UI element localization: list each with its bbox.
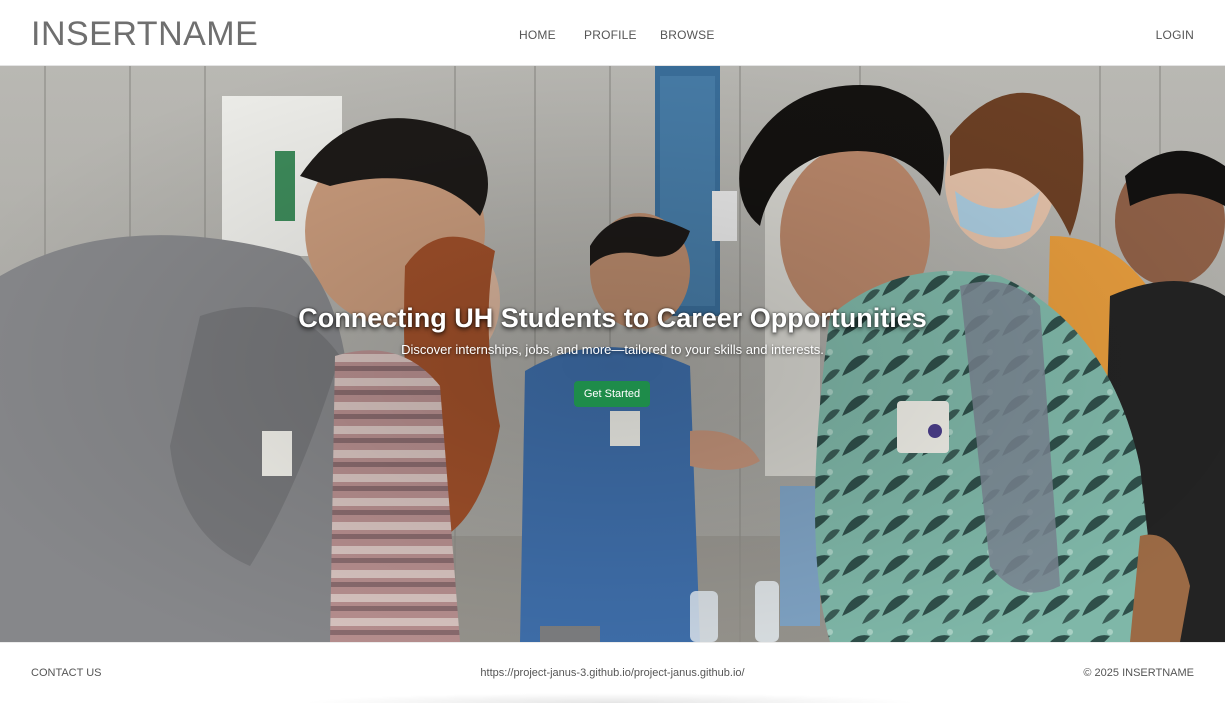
brand-logo-text[interactable]: INSERTNAME: [31, 14, 258, 54]
nav-home-link[interactable]: HOME: [519, 27, 556, 43]
hero-subtitle: Discover internships, jobs, and more—tai…: [401, 342, 824, 357]
copyright-text: © 2025 INSERTNAME: [1083, 667, 1194, 679]
nav-profile-link[interactable]: PROFILE: [584, 27, 637, 43]
footer-url-text: https://project-janus-3.github.io/projec…: [480, 667, 745, 679]
footer-shadow: [300, 693, 920, 703]
top-navbar: INSERTNAME HOME PROFILE BROWSE LOGIN: [0, 0, 1225, 66]
page-footer: CONTACT US https://project-janus-3.githu…: [0, 642, 1225, 703]
hero-banner: Connecting UH Students to Career Opportu…: [0, 66, 1225, 642]
nav-browse-link[interactable]: BROWSE: [660, 27, 715, 43]
hero-title: Connecting UH Students to Career Opportu…: [298, 303, 927, 333]
get-started-button[interactable]: Get Started: [574, 381, 650, 407]
nav-login-link[interactable]: LOGIN: [1156, 27, 1194, 43]
